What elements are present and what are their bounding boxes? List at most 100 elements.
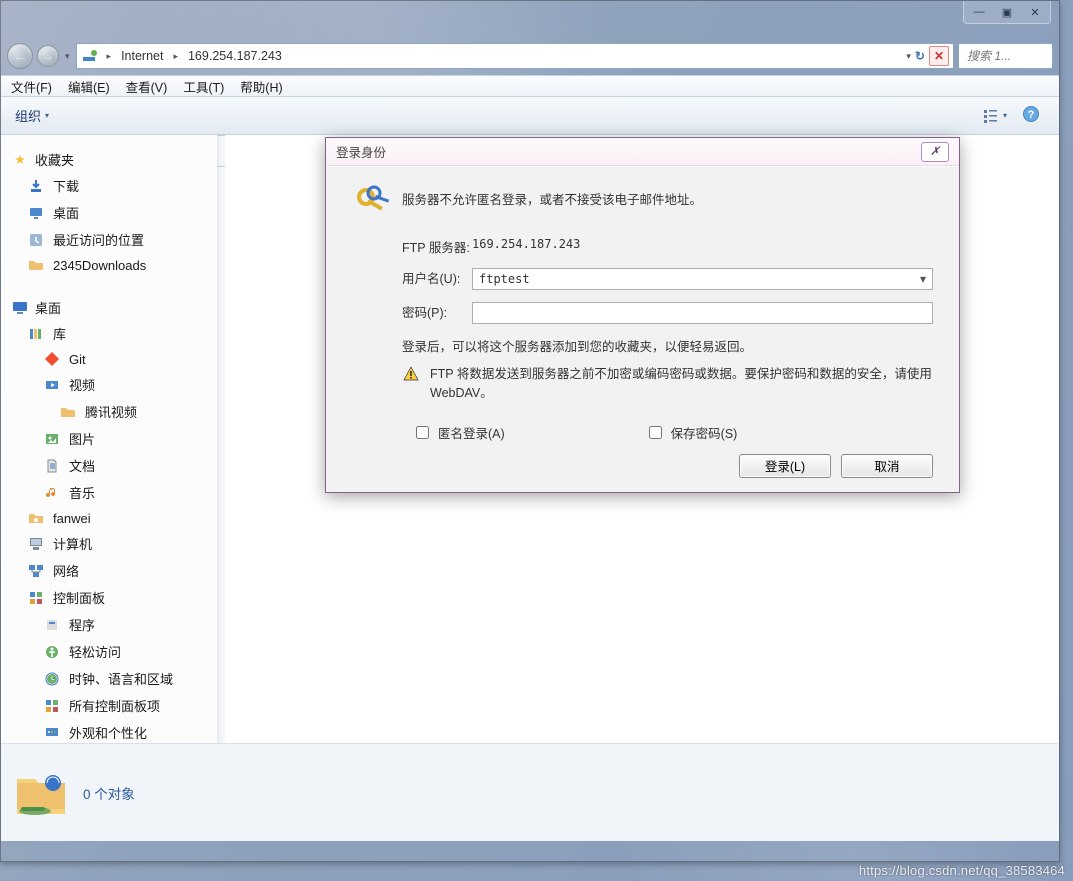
libraries-icon [27, 326, 45, 342]
username-value: ftptest [479, 272, 530, 286]
clock-icon [43, 671, 61, 687]
status-large-icon [13, 765, 69, 821]
git-icon [43, 351, 61, 367]
warning-text: FTP 将数据发送到服务器之前不加密或编码密码或数据。要保护密码和数据的安全，请… [430, 365, 933, 403]
clock-label: 时钟、语言和区域 [69, 669, 173, 688]
content-pane[interactable]: 登录身份 ✗ 服务器不允许匿名登录，或者不接受该 [225, 135, 1059, 743]
client-area: ★ 收藏夹 下载 桌面 最近访问的位置 2345Downloads [1, 135, 1059, 743]
favorites-group[interactable]: ★ 收藏夹 [3, 147, 216, 172]
login-dialog: 登录身份 ✗ 服务器不允许匿名登录，或者不接受该 [325, 137, 960, 493]
sidebar-item-fanwei[interactable]: fanwei [3, 506, 216, 530]
sidebar-item-programs[interactable]: 程序 [3, 611, 216, 638]
dialog-titlebar[interactable]: 登录身份 ✗ [326, 138, 959, 166]
forward-button[interactable]: → [37, 45, 59, 67]
titlebar[interactable]: — ▣ ✕ [1, 1, 1059, 31]
sidebar-item-desktop1[interactable]: 桌面 [3, 199, 216, 226]
appearance-icon [43, 725, 61, 741]
stop-button[interactable]: ✕ [929, 46, 949, 66]
sidebar-item-git[interactable]: Git [3, 347, 216, 371]
password-label: 密码(P): [352, 302, 472, 324]
svg-text:?: ? [1028, 109, 1035, 121]
command-bar: 组织 ▾ ▾ ? [1, 97, 1059, 135]
ease-label: 轻松访问 [69, 642, 121, 661]
dialog-body: 服务器不允许匿名登录，或者不接受该电子邮件地址。 FTP 服务器: 169.25… [326, 166, 959, 492]
menu-edit[interactable]: 编辑(E) [60, 77, 118, 96]
all-cp-icon [43, 698, 61, 714]
navigation-pane[interactable]: ★ 收藏夹 下载 桌面 最近访问的位置 2345Downloads [1, 135, 217, 743]
downloads-label: 下载 [53, 176, 79, 195]
2345-label: 2345Downloads [53, 258, 146, 273]
search-box[interactable] [958, 43, 1053, 69]
address-tools: ▾ ↻ ✕ [902, 46, 953, 66]
sidebar-item-control-panel[interactable]: 控制面板 [3, 584, 216, 611]
sidebar-item-network[interactable]: 网络 [3, 557, 216, 584]
music-label: 音乐 [69, 483, 95, 502]
recent-label: 最近访问的位置 [53, 230, 144, 249]
statusbar: 0 个对象 [1, 743, 1059, 841]
menu-view[interactable]: 查看(V) [118, 77, 176, 96]
folder-icon [27, 257, 45, 273]
ease-icon [43, 644, 61, 660]
folder-icon [59, 404, 77, 420]
appearance-label: 外观和个性化 [69, 723, 147, 742]
sidebar-item-pictures[interactable]: 图片 [3, 425, 216, 452]
sidebar-item-tencent-video[interactable]: 腾讯视频 [3, 398, 216, 425]
menu-file[interactable]: 文件(F) [3, 77, 60, 96]
menu-help[interactable]: 帮助(H) [232, 77, 290, 96]
address-bar[interactable]: ▸ Internet ▸ 169.254.187.243 ▾ ↻ ✕ [76, 43, 954, 69]
sidebar-item-ease-of-access[interactable]: 轻松访问 [3, 638, 216, 665]
sidebar-item-computer[interactable]: 计算机 [3, 530, 216, 557]
music-icon [43, 485, 61, 501]
sidebar-item-downloads[interactable]: 下载 [3, 172, 216, 199]
sidebar-item-documents[interactable]: 文档 [3, 452, 216, 479]
pane-resizer[interactable] [217, 135, 225, 743]
refresh-button[interactable]: ↻ [915, 49, 925, 63]
desktop1-label: 桌面 [53, 203, 79, 222]
anonymous-checkbox-wrap[interactable]: 匿名登录(A) [412, 423, 505, 442]
git-label: Git [69, 352, 86, 367]
sidebar-item-recent[interactable]: 最近访问的位置 [3, 226, 216, 253]
breadcrumb-sep-root[interactable]: ▸ [103, 51, 116, 62]
help-toolbar-button[interactable]: ? [1021, 104, 1041, 127]
breadcrumb-ip[interactable]: 169.254.187.243 [182, 44, 288, 68]
sidebar-item-clock-lang-region[interactable]: 时钟、语言和区域 [3, 665, 216, 692]
breadcrumb-internet[interactable]: Internet [115, 44, 169, 68]
network-icon [27, 563, 45, 579]
sidebar-item-appearance[interactable]: 外观和个性化 [3, 719, 216, 743]
tencent-label: 腾讯视频 [85, 402, 137, 421]
sidebar-item-2345downloads[interactable]: 2345Downloads [3, 253, 216, 277]
sidebar-item-libraries[interactable]: 库 [3, 320, 216, 347]
address-dropdown[interactable]: ▾ [906, 51, 911, 62]
sidebar-item-all-cp-items[interactable]: 所有控制面板项 [3, 692, 216, 719]
username-combobox[interactable]: ftptest [472, 268, 933, 290]
anonymous-label: 匿名登录(A) [438, 423, 505, 442]
search-input[interactable] [965, 48, 1046, 64]
password-input[interactable] [472, 302, 933, 324]
menu-tools[interactable]: 工具(T) [175, 77, 232, 96]
anonymous-checkbox[interactable] [416, 426, 429, 439]
dialog-info: 登录后，可以将这个服务器添加到您的收藏夹，以便轻易返回。 [402, 336, 933, 355]
sidebar-item-music[interactable]: 音乐 [3, 479, 216, 506]
location-icon [81, 47, 99, 65]
cancel-button[interactable]: 取消 [841, 454, 933, 478]
views-button[interactable]: ▾ [982, 107, 1007, 125]
dialog-close-button[interactable]: ✗ [921, 142, 949, 162]
views-dropdown-icon: ▾ [1003, 111, 1007, 120]
organize-button[interactable]: 组织 ▾ [7, 102, 57, 129]
breadcrumb-sep1[interactable]: ▸ [169, 51, 182, 62]
network-label: 网络 [53, 561, 79, 580]
history-dropdown[interactable]: ▾ [63, 51, 72, 62]
back-button[interactable]: ← [7, 43, 33, 69]
pictures-icon [43, 431, 61, 447]
desktop-root-icon [11, 300, 29, 316]
desktop-group[interactable]: 桌面 [3, 295, 216, 320]
dialog-title-text: 登录身份 [336, 142, 386, 161]
login-button[interactable]: 登录(L) [739, 454, 831, 478]
download-icon [27, 178, 45, 194]
save-password-checkbox-wrap[interactable]: 保存密码(S) [645, 423, 738, 442]
sidebar-item-videos[interactable]: 视频 [3, 371, 216, 398]
close-button[interactable]: ✕ [1022, 3, 1048, 21]
save-password-checkbox[interactable] [649, 426, 662, 439]
minimize-button[interactable]: — [966, 3, 992, 21]
maximize-button[interactable]: ▣ [994, 3, 1020, 21]
